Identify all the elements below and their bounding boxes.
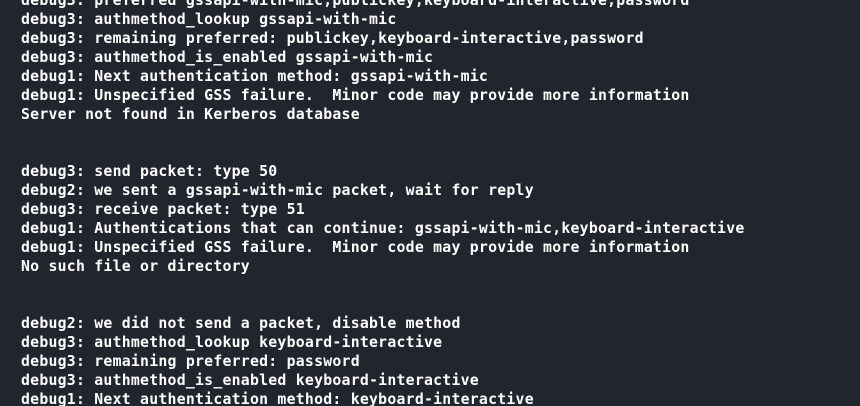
terminal-line: debug3: receive packet: type 51 bbox=[21, 201, 305, 218]
terminal-line: debug3: remaining preferred: password bbox=[21, 353, 360, 370]
terminal-line: debug2: we did not send a packet, disabl… bbox=[21, 315, 461, 332]
terminal-line: debug3: send packet: type 50 bbox=[21, 163, 278, 180]
terminal-line: debug1: Unspecified GSS failure. Minor c… bbox=[21, 87, 690, 104]
terminal-window[interactable]: debug3: preferred gssapi-with-mic,public… bbox=[0, 0, 860, 406]
terminal-line: No such file or directory bbox=[21, 258, 250, 275]
terminal-line: debug1: Next authentication method: keyb… bbox=[21, 391, 534, 406]
terminal-line: debug3: authmethod_lookup gssapi-with-mi… bbox=[21, 11, 397, 28]
terminal-line: debug3: authmethod_is_enabled keyboard-i… bbox=[21, 372, 479, 389]
terminal-line: debug1: Unspecified GSS failure. Minor c… bbox=[21, 239, 690, 256]
terminal-line: debug1: Next authentication method: gssa… bbox=[21, 68, 489, 85]
terminal-line: debug3: authmethod_is_enabled gssapi-wit… bbox=[21, 49, 434, 66]
terminal-line: debug3: authmethod_lookup keyboard-inter… bbox=[21, 334, 443, 351]
terminal-line: debug3: remaining preferred: publickey,k… bbox=[21, 30, 644, 47]
terminal-line: debug1: Authentications that can continu… bbox=[21, 220, 745, 237]
terminal-line: debug2: we sent a gssapi-with-mic packet… bbox=[21, 182, 534, 199]
terminal-output: debug3: preferred gssapi-with-mic,public… bbox=[21, 0, 745, 406]
terminal-line: Server not found in Kerberos database bbox=[21, 106, 360, 123]
terminal-line: debug3: preferred gssapi-with-mic,public… bbox=[21, 0, 690, 9]
